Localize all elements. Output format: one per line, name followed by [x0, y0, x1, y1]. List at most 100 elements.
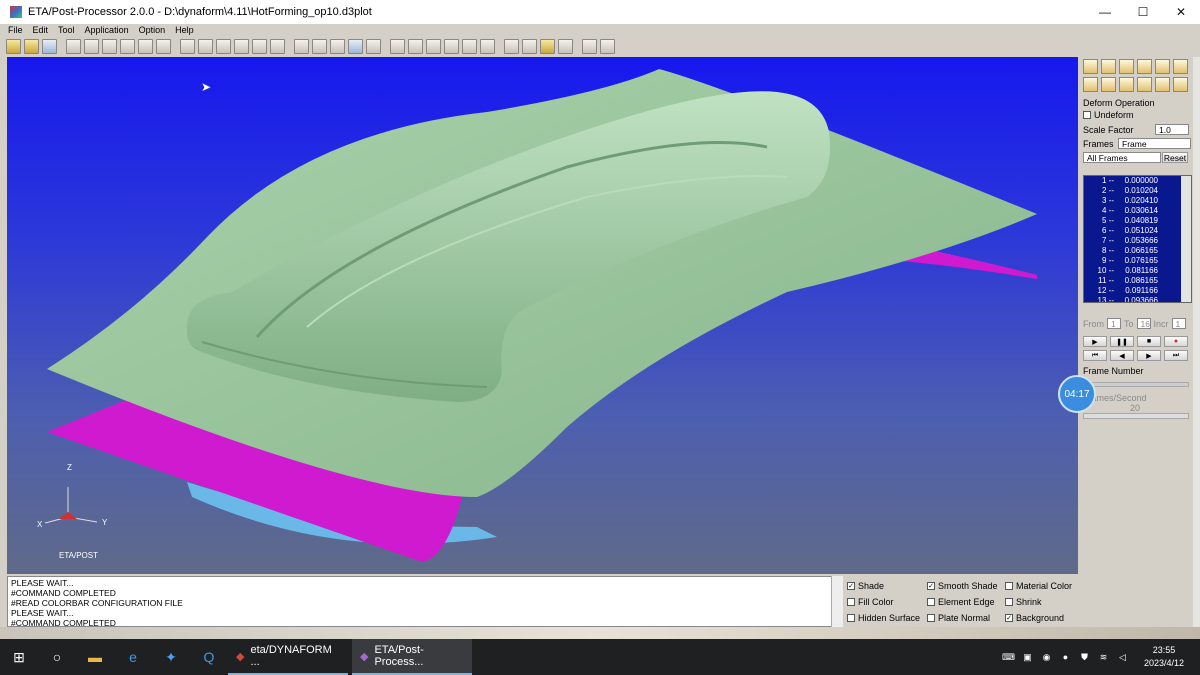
- task-post-processor[interactable]: ◆ ETA/Post-Process...: [352, 639, 472, 675]
- menu-tool[interactable]: Tool: [58, 25, 75, 35]
- strain-icon[interactable]: [1083, 77, 1098, 92]
- message-console[interactable]: PLEASE WAIT... #COMMAND COMPLETED #READ …: [7, 576, 843, 628]
- thickness-icon[interactable]: [1101, 77, 1116, 92]
- close-button[interactable]: ✕: [1162, 0, 1200, 24]
- edge-browser-icon[interactable]: e: [114, 639, 152, 675]
- menu-edit[interactable]: Edit: [33, 25, 49, 35]
- keyboard-icon[interactable]: ⌨: [1001, 652, 1016, 663]
- part-icon[interactable]: [504, 38, 519, 54]
- menu-application[interactable]: Application: [85, 25, 129, 35]
- view-right-icon[interactable]: [138, 38, 153, 54]
- node-icon[interactable]: [390, 38, 405, 54]
- recording-timer[interactable]: 04:17: [1058, 375, 1096, 413]
- shade-checkbox[interactable]: ✓ Shade: [847, 578, 927, 594]
- frame-list-item[interactable]: 4 -- 0.030614: [1084, 206, 1191, 216]
- zoom-icon[interactable]: [216, 38, 231, 54]
- zoom-window-icon[interactable]: [234, 38, 249, 54]
- pan-icon[interactable]: [198, 38, 213, 54]
- all-frames-dropdown[interactable]: All Frames: [1083, 152, 1161, 163]
- to-input[interactable]: 16: [1136, 318, 1151, 329]
- material-color-checkbox[interactable]: Material Color: [1005, 578, 1080, 594]
- two-frame-icon[interactable]: [1137, 59, 1152, 74]
- view-iso-icon[interactable]: [66, 38, 81, 54]
- angle-icon[interactable]: [444, 38, 459, 54]
- windows-start-icon[interactable]: ⊞: [0, 639, 38, 675]
- hidden-surface-checkbox[interactable]: Hidden Surface: [847, 610, 927, 626]
- fit-icon[interactable]: [252, 38, 267, 54]
- menu-help[interactable]: Help: [175, 25, 194, 35]
- shield-icon[interactable]: ⛊: [1077, 652, 1092, 663]
- frame-list-item[interactable]: 1 -- 0.000000: [1084, 176, 1191, 186]
- frame-list-item[interactable]: 6 -- 0.051024: [1084, 226, 1191, 236]
- hidden-cube-icon[interactable]: [330, 38, 345, 54]
- frame-list-item[interactable]: 2 -- 0.010204: [1084, 186, 1191, 196]
- vector-icon[interactable]: [1173, 77, 1188, 92]
- frame-list-item[interactable]: 7 -- 0.053666: [1084, 236, 1191, 246]
- frame-list-item[interactable]: 8 -- 0.066165: [1084, 246, 1191, 256]
- 3d-viewport[interactable]: Z X Y ETA/POST ➤: [7, 57, 1078, 574]
- animate-icon[interactable]: [1101, 59, 1116, 74]
- pause-icon[interactable]: ❚❚: [1110, 336, 1134, 347]
- frame-number-slider[interactable]: [1083, 382, 1189, 387]
- undeform-checkbox[interactable]: [1083, 111, 1091, 119]
- graph-icon[interactable]: [558, 38, 573, 54]
- stress-icon[interactable]: [1173, 59, 1188, 74]
- flc-icon[interactable]: [1119, 77, 1134, 92]
- part-list-icon[interactable]: [522, 38, 537, 54]
- record-icon[interactable]: ●: [1164, 336, 1188, 347]
- wire-cube-icon[interactable]: [312, 38, 327, 54]
- frame-list-item[interactable]: 3 -- 0.020410: [1084, 196, 1191, 206]
- system-clock[interactable]: 23:55 2023/4/12: [1134, 644, 1194, 670]
- rotate-icon[interactable]: [180, 38, 195, 54]
- screenshot-icon[interactable]: ▣: [1020, 652, 1035, 663]
- frame-list-scrollbar[interactable]: [1181, 176, 1191, 302]
- last-frame-icon[interactable]: ⏭: [1164, 350, 1188, 361]
- app-tray-icon[interactable]: ◉: [1039, 652, 1054, 663]
- stop-icon[interactable]: ■: [1137, 336, 1161, 347]
- prev-frame-icon[interactable]: ◀: [1110, 350, 1134, 361]
- element-edge-checkbox[interactable]: Element Edge: [927, 594, 1005, 610]
- view-left-icon[interactable]: [120, 38, 135, 54]
- task-dynaform[interactable]: ◆ eta/DYNAFORM ...: [228, 639, 348, 675]
- app-pin-icon[interactable]: ✦: [152, 639, 190, 675]
- frame-list-item[interactable]: 11 -- 0.086165: [1084, 276, 1191, 286]
- contour-icon[interactable]: [1155, 77, 1170, 92]
- export-icon[interactable]: [1155, 59, 1170, 74]
- smooth-shade-checkbox[interactable]: ✓ Smooth Shade: [927, 578, 1005, 594]
- menu-option[interactable]: Option: [139, 25, 166, 35]
- lc-curve-icon[interactable]: [600, 38, 615, 54]
- wechat-icon[interactable]: ●: [1058, 652, 1073, 662]
- frames-dropdown[interactable]: Frame: [1118, 138, 1191, 149]
- console-scrollbar[interactable]: [831, 576, 843, 627]
- menu-file[interactable]: File: [8, 25, 23, 35]
- view-top-icon[interactable]: [156, 38, 171, 54]
- colorbar-icon[interactable]: [540, 38, 555, 54]
- from-input[interactable]: 1: [1107, 318, 1121, 329]
- section-icon[interactable]: [462, 38, 477, 54]
- play-icon[interactable]: ▶: [1083, 336, 1107, 347]
- frame-list-item[interactable]: 5 -- 0.040819: [1084, 216, 1191, 226]
- view-back-icon[interactable]: [102, 38, 117, 54]
- scale-factor-input[interactable]: 1.0: [1155, 124, 1189, 135]
- model-icon[interactable]: [42, 38, 57, 54]
- temperature-icon[interactable]: [1137, 77, 1152, 92]
- fps-slider[interactable]: [1083, 413, 1189, 419]
- deform-icon[interactable]: [1083, 59, 1098, 74]
- plate-normal-checkbox[interactable]: Plate Normal: [927, 610, 1005, 626]
- maximize-button[interactable]: ☐: [1124, 0, 1162, 24]
- frame-list-item[interactable]: 13 -- 0.093666: [1084, 296, 1191, 302]
- single-frame-icon[interactable]: [1119, 59, 1134, 74]
- frame-list-item[interactable]: 12 -- 0.091166: [1084, 286, 1191, 296]
- distance-icon[interactable]: [426, 38, 441, 54]
- next-frame-icon[interactable]: ▶: [1137, 350, 1161, 361]
- qq-browser-icon[interactable]: Q: [190, 639, 228, 675]
- plot-icon[interactable]: [582, 38, 597, 54]
- save-file-icon[interactable]: [24, 38, 39, 54]
- incr-input[interactable]: 1: [1171, 318, 1186, 329]
- clip-icon[interactable]: [480, 38, 495, 54]
- view-cube-icon[interactable]: [270, 38, 285, 54]
- first-frame-icon[interactable]: ⏮: [1083, 350, 1107, 361]
- element-icon[interactable]: [408, 38, 423, 54]
- reset-button[interactable]: Reset: [1162, 152, 1188, 163]
- search-icon[interactable]: ○: [38, 639, 76, 675]
